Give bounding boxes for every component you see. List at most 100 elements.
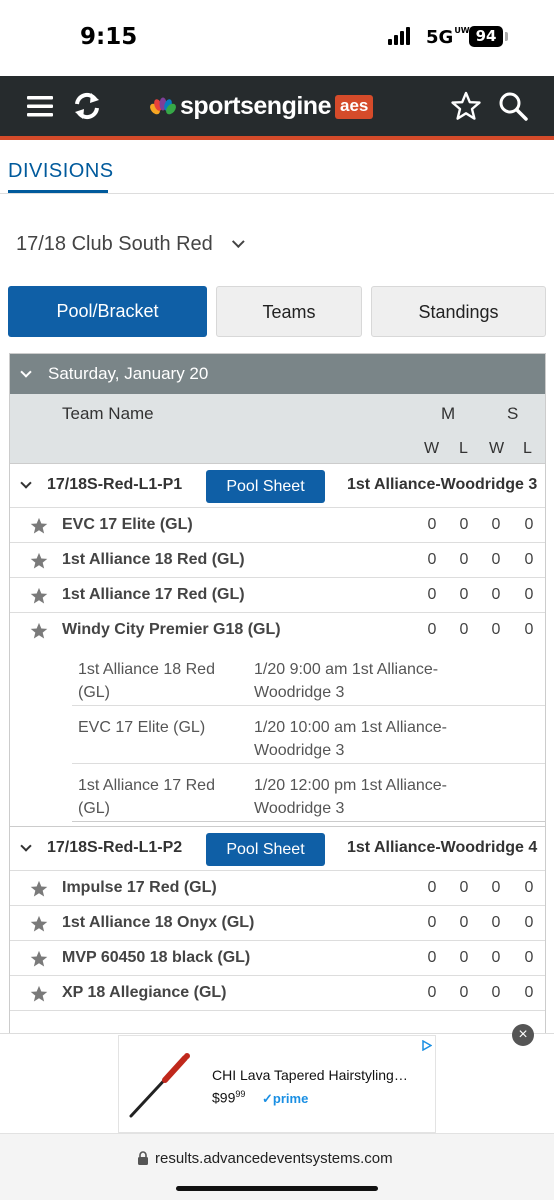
- ad-price: $9999: [212, 1089, 246, 1106]
- match-team: 1st Alliance 18 Red (GL): [78, 661, 215, 701]
- match-row[interactable]: 1st Alliance 18 Red (GL) 1/20 9:00 am 1s…: [72, 648, 545, 706]
- match-losses: 0: [459, 984, 469, 1001]
- match-wins: 0: [427, 984, 437, 1001]
- brand-name: sportsengine: [180, 92, 331, 120]
- team-name[interactable]: 1st Alliance 18 Red (GL): [62, 551, 245, 569]
- division-select[interactable]: 17/18 Club South Red: [16, 233, 245, 256]
- set-losses: 0: [524, 621, 534, 638]
- set-wins: 0: [491, 949, 501, 966]
- match-wins: 0: [427, 949, 437, 966]
- star-icon[interactable]: [30, 517, 48, 535]
- team-row[interactable]: 1st Alliance 17 Red (GL) 0 0 0 0: [10, 578, 545, 613]
- table-header: Team Name M S W L W L: [10, 394, 545, 464]
- menu-icon[interactable]: [24, 90, 56, 122]
- pool-row[interactable]: 17/18S-Red-L1-P1 Pool Sheet 1st Alliance…: [10, 464, 545, 508]
- team-row[interactable]: 1st Alliance 18 Onyx (GL) 0 0 0 0: [10, 906, 545, 941]
- col-set-wins: W: [489, 440, 505, 457]
- match-row[interactable]: 1st Alliance 17 Red (GL) 1/20 12:00 pm 1…: [72, 764, 545, 822]
- col-match-wins: W: [424, 440, 440, 457]
- tab-pool-bracket[interactable]: Pool/Bracket: [8, 286, 207, 337]
- match-wins: 0: [427, 551, 437, 568]
- star-icon[interactable]: [30, 552, 48, 570]
- team-name[interactable]: 1st Alliance 17 Red (GL): [62, 586, 245, 604]
- pool-name: 17/18S-Red-L1-P2: [47, 839, 183, 856]
- ad-card[interactable]: CHI Lava Tapered Hairstyling… $9999 ✓pri…: [118, 1035, 436, 1133]
- divider: [0, 193, 554, 194]
- network-label: 5GUW: [426, 26, 470, 49]
- match-row[interactable]: EVC 17 Elite (GL) 1/20 10:00 am 1st Alli…: [72, 706, 545, 764]
- lock-icon: [138, 1151, 148, 1165]
- set-wins: 0: [491, 621, 501, 638]
- star-icon[interactable]: [30, 622, 48, 640]
- set-losses: 0: [524, 879, 534, 896]
- match-schedule: 1st Alliance 18 Red (GL) 1/20 9:00 am 1s…: [10, 648, 545, 822]
- status-time: 9:15: [80, 24, 138, 50]
- star-icon[interactable]: [30, 915, 48, 933]
- ad-choices-icon[interactable]: [421, 1040, 432, 1051]
- chevron-down-icon: [20, 477, 32, 489]
- ad-banner[interactable]: CHI Lava Tapered Hairstyling… $9999 ✓pri…: [0, 1033, 554, 1133]
- pool-sheet-button[interactable]: Pool Sheet: [206, 833, 325, 866]
- match-team: 1st Alliance 17 Red (GL): [78, 777, 215, 817]
- set-wins: 0: [491, 879, 501, 896]
- star-icon[interactable]: [450, 90, 482, 122]
- refresh-icon[interactable]: [71, 90, 103, 122]
- peacock-icon: [150, 97, 176, 114]
- close-icon[interactable]: ×: [512, 1024, 534, 1046]
- ad-title: CHI Lava Tapered Hairstyling…: [212, 1067, 408, 1083]
- team-row[interactable]: Windy City Premier G18 (GL) 0 0 0 0: [10, 613, 545, 648]
- match-team: EVC 17 Elite (GL): [78, 719, 206, 736]
- tab-teams[interactable]: Teams: [216, 286, 362, 337]
- match-info: 1/20 10:00 am 1st Alliance-Woodridge 3: [254, 719, 448, 759]
- team-row[interactable]: EVC 17 Elite (GL) 0 0 0 0: [10, 508, 545, 543]
- set-losses: 0: [524, 586, 534, 603]
- match-wins: 0: [427, 621, 437, 638]
- set-wins: 0: [491, 984, 501, 1001]
- brand-logo[interactable]: sportsengine aes: [150, 92, 374, 121]
- division-select-value: 17/18 Club South Red: [16, 233, 213, 255]
- star-icon[interactable]: [30, 985, 48, 1003]
- app-header: sportsengine aes: [0, 76, 554, 140]
- star-icon[interactable]: [30, 880, 48, 898]
- prime-badge: ✓prime: [262, 1091, 309, 1106]
- match-wins: 0: [427, 879, 437, 896]
- set-losses: 0: [524, 551, 534, 568]
- date-label: Saturday, January 20: [48, 364, 209, 383]
- team-name[interactable]: MVP 60450 18 black (GL): [62, 949, 250, 967]
- team-name[interactable]: Impulse 17 Red (GL): [62, 879, 217, 897]
- team-row[interactable]: MVP 60450 18 black (GL) 0 0 0 0: [10, 941, 545, 976]
- match-losses: 0: [459, 586, 469, 603]
- team-row[interactable]: XP 18 Allegiance (GL) 0 0 0 0: [10, 976, 545, 1011]
- chevron-down-icon: [231, 235, 245, 249]
- set-wins: 0: [491, 551, 501, 568]
- tab-standings[interactable]: Standings: [371, 286, 546, 337]
- star-icon[interactable]: [30, 587, 48, 605]
- pool-row[interactable]: 17/18S-Red-L1-P2 Pool Sheet 1st Alliance…: [10, 827, 545, 871]
- status-bar: 9:15 5GUW 94: [0, 0, 554, 76]
- set-losses: 0: [524, 914, 534, 931]
- match-wins: 0: [427, 516, 437, 533]
- pool-sheet-button[interactable]: Pool Sheet: [206, 470, 325, 503]
- match-losses: 0: [459, 914, 469, 931]
- col-matches: M: [441, 404, 456, 423]
- col-sets: S: [507, 404, 519, 423]
- pool-name: 17/18S-Red-L1-P1: [47, 476, 183, 493]
- set-losses: 0: [524, 984, 534, 1001]
- team-name[interactable]: EVC 17 Elite (GL): [62, 516, 193, 534]
- pool-site: 1st Alliance-Woodridge 4: [347, 839, 538, 856]
- battery-tip: [505, 32, 508, 41]
- search-icon[interactable]: [497, 90, 529, 122]
- home-indicator[interactable]: [176, 1186, 378, 1191]
- match-info: 1/20 9:00 am 1st Alliance-Woodridge 3: [254, 661, 439, 701]
- team-row[interactable]: Impulse 17 Red (GL) 0 0 0 0: [10, 871, 545, 906]
- match-losses: 0: [459, 621, 469, 638]
- star-icon[interactable]: [30, 950, 48, 968]
- team-name[interactable]: XP 18 Allegiance (GL): [62, 984, 227, 1002]
- match-wins: 0: [427, 914, 437, 931]
- team-name[interactable]: 1st Alliance 18 Onyx (GL): [62, 914, 254, 932]
- set-wins: 0: [491, 586, 501, 603]
- date-row[interactable]: Saturday, January 20: [10, 354, 545, 394]
- battery-icon: 94: [469, 26, 503, 47]
- team-name[interactable]: Windy City Premier G18 (GL): [62, 621, 281, 639]
- team-row[interactable]: 1st Alliance 18 Red (GL) 0 0 0 0: [10, 543, 545, 578]
